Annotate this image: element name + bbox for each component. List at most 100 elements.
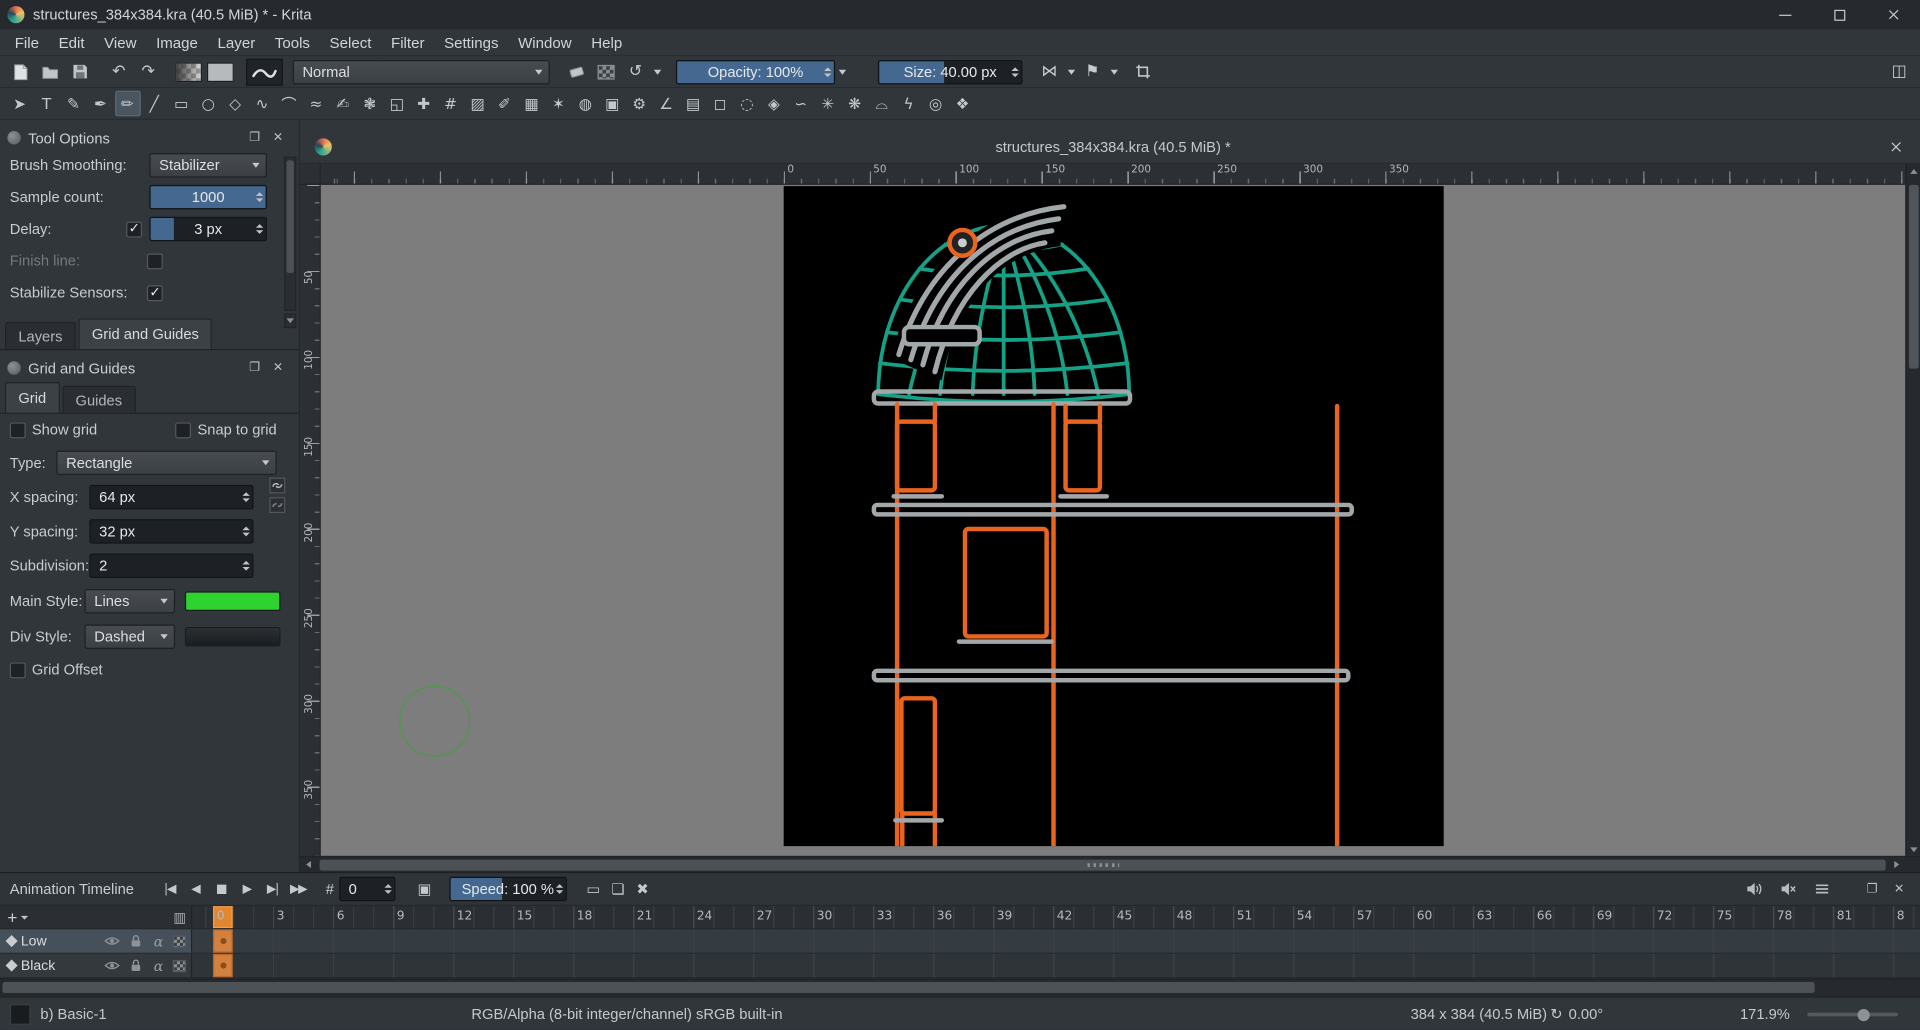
- next-frame-button[interactable]: ▶|: [260, 877, 286, 901]
- tab-layers[interactable]: Layers: [5, 322, 76, 349]
- tool-options-scrollbar[interactable]: [284, 157, 296, 311]
- close-button[interactable]: [1866, 0, 1920, 29]
- menu-select[interactable]: Select: [320, 31, 381, 53]
- tab-guides[interactable]: Guides: [62, 386, 136, 413]
- menu-layer[interactable]: Layer: [208, 31, 265, 53]
- smart-patch-tool-icon[interactable]: ✶: [546, 91, 572, 117]
- brush-preset-thumbnail[interactable]: [10, 1003, 31, 1024]
- eraser-mode-button[interactable]: [562, 58, 591, 85]
- mirror-horizontal-button[interactable]: ⋈: [1035, 58, 1064, 85]
- speed-spinner[interactable]: [556, 878, 563, 900]
- horizontal-scroll-thumb[interactable]: [320, 859, 1886, 870]
- layer-visibility-icon[interactable]: [103, 932, 121, 950]
- shape-select-tool-icon[interactable]: ➤: [7, 91, 33, 117]
- timeline-layer-frames[interactable]: [192, 929, 1920, 952]
- show-grid-checkbox[interactable]: [10, 422, 26, 438]
- bezier-select-tool-icon[interactable]: ⌓: [869, 91, 895, 117]
- gradient-chooser[interactable]: [175, 62, 202, 82]
- keyframe-cell[interactable]: [213, 929, 233, 952]
- wrap-around-button[interactable]: [1128, 58, 1157, 85]
- float-docker-icon[interactable]: ❐: [246, 129, 263, 146]
- calligraphy-tool-icon[interactable]: ✒: [88, 91, 114, 117]
- brush-editor-button[interactable]: [246, 58, 283, 85]
- contiguous-select-tool-icon[interactable]: ✳: [815, 91, 841, 117]
- menu-tools[interactable]: Tools: [265, 31, 320, 53]
- div-style-color-button[interactable]: [185, 626, 281, 646]
- scroll-down-arrow[interactable]: [1907, 842, 1920, 855]
- grid-type-dropdown[interactable]: Rectangle: [56, 451, 276, 475]
- brush-smoothing-dropdown[interactable]: Stabilizer: [149, 153, 267, 177]
- onion-skin-button[interactable]: ▣: [412, 877, 436, 901]
- link-spacing-icon[interactable]: [269, 478, 285, 494]
- frame-ruler-track[interactable]: 0369121518212427303336394245485154576063…: [192, 906, 1920, 928]
- line-tool-icon[interactable]: ╱: [141, 91, 167, 117]
- undo-button[interactable]: ↶: [104, 58, 133, 85]
- mirror-vertical-button[interactable]: ⚑: [1078, 58, 1107, 85]
- layer-onion-skin-icon[interactable]: [173, 959, 186, 971]
- add-layer-button[interactable]: +: [7, 907, 28, 927]
- polyline-tool-icon[interactable]: ∿: [249, 91, 275, 117]
- frame-spinner[interactable]: [384, 878, 391, 900]
- mirror-vertical-dropdown[interactable]: [1107, 58, 1120, 85]
- rectangle-tool-icon[interactable]: ▭: [168, 91, 194, 117]
- delay-spinner[interactable]: [256, 218, 263, 240]
- tab-grid-and-guides[interactable]: Grid and Guides: [78, 318, 212, 349]
- layer-visibility-icon[interactable]: [103, 956, 121, 974]
- timeline-layer-header[interactable]: Lowα: [0, 929, 192, 952]
- snap-to-grid-checkbox[interactable]: [175, 422, 191, 438]
- menu-filter[interactable]: Filter: [381, 31, 434, 53]
- workspace-chooser-button[interactable]: ◫: [1884, 58, 1913, 85]
- gradient-tool-icon[interactable]: ▨: [465, 91, 491, 117]
- reference-images-tool-icon[interactable]: ▤: [680, 91, 706, 117]
- add-blank-frame-button[interactable]: ▭: [581, 877, 605, 901]
- reload-preset-button[interactable]: ↺: [621, 58, 650, 85]
- skip-to-end-button[interactable]: ▶▶: [285, 877, 311, 901]
- float-docker-icon[interactable]: ❐: [246, 359, 263, 376]
- close-docker-icon[interactable]: ✕: [269, 129, 286, 146]
- mirror-horizontal-dropdown[interactable]: [1064, 58, 1077, 85]
- timeline-layer-row[interactable]: Blackα: [0, 954, 1920, 978]
- tab-grid[interactable]: Grid: [5, 382, 60, 413]
- current-frame-spinbox[interactable]: 0: [339, 877, 395, 901]
- stabilize-sensors-checkbox[interactable]: [147, 285, 163, 301]
- pan-tool-icon[interactable]: ❖: [950, 91, 976, 117]
- redo-button[interactable]: ↷: [133, 58, 162, 85]
- timeline-layer-header[interactable]: Blackα: [0, 954, 192, 977]
- menu-settings[interactable]: Settings: [434, 31, 508, 53]
- assistants-tool-icon[interactable]: ⚙: [626, 91, 652, 117]
- freehand-brush-tool-icon[interactable]: ✏: [114, 91, 140, 117]
- subdivision-spinner[interactable]: [242, 555, 249, 577]
- similar-select-tool-icon[interactable]: ❋: [842, 91, 868, 117]
- zoom-tool-icon[interactable]: ◎: [923, 91, 949, 117]
- sample-count-spinner[interactable]: [256, 186, 263, 208]
- unlink-spacing-icon[interactable]: [269, 497, 285, 513]
- pattern-chooser[interactable]: [207, 62, 234, 82]
- scroll-up-arrow[interactable]: [1907, 164, 1920, 177]
- blending-mode-dropdown[interactable]: Normal: [293, 59, 550, 83]
- scrollbar-thumb[interactable]: [287, 160, 294, 273]
- document-close-button[interactable]: [1886, 140, 1906, 152]
- layer-lock-icon[interactable]: [126, 932, 144, 950]
- timeline-scroll-thumb[interactable]: [2, 982, 1814, 993]
- transform-tool-icon[interactable]: ◱: [384, 91, 410, 117]
- stop-button[interactable]: ■: [208, 877, 234, 901]
- y-spacing-spinner[interactable]: [242, 520, 249, 542]
- layer-alpha-icon[interactable]: α: [149, 932, 167, 950]
- timeline-menu-button[interactable]: [1810, 877, 1834, 901]
- layer-lock-icon[interactable]: [126, 956, 144, 974]
- bezier-curve-tool-icon[interactable]: ⌒: [276, 91, 302, 117]
- dynamic-brush-tool-icon[interactable]: ✍: [330, 91, 356, 117]
- opacity-spinner[interactable]: [824, 61, 831, 83]
- ellipse-tool-icon[interactable]: ○: [195, 91, 221, 117]
- maximize-button[interactable]: [1812, 0, 1866, 29]
- size-spinner[interactable]: [1011, 61, 1018, 83]
- rect-select-tool-icon[interactable]: ◻: [707, 91, 733, 117]
- scrollbar-down-arrow[interactable]: [284, 313, 296, 328]
- menu-help[interactable]: Help: [581, 31, 632, 53]
- menu-view[interactable]: View: [94, 31, 146, 53]
- minimize-button[interactable]: [1758, 0, 1812, 29]
- layer-onion-skin-icon[interactable]: [173, 935, 186, 947]
- zoom-slider-thumb[interactable]: [1857, 1008, 1869, 1020]
- brush-size-slider[interactable]: Size: 40.00 px: [878, 59, 1022, 83]
- close-docker-icon[interactable]: ✕: [269, 359, 286, 376]
